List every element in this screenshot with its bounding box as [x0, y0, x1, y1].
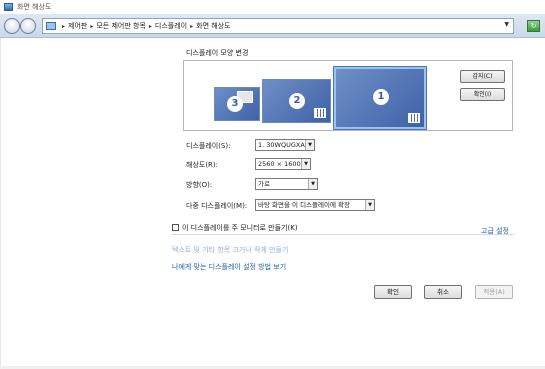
dropdown-arrow-icon[interactable]: ▼ — [301, 159, 310, 169]
monitor-1[interactable]: 1 — [333, 66, 427, 130]
resolution-label: 해상도(R): — [186, 161, 219, 169]
dropdown-arrow-icon[interactable]: ▼ — [305, 140, 314, 150]
ok-button[interactable]: 확인 — [374, 285, 412, 299]
multi-display-label: 다중 디스플레이(M): — [186, 202, 248, 210]
breadcrumb-resolution[interactable]: 화면 해상도 — [196, 21, 230, 31]
identify-button[interactable]: 확인(I) — [460, 88, 505, 101]
apply-button[interactable]: 적용(A) — [475, 285, 513, 299]
breadcrumb-display[interactable]: 디스플레이 — [155, 21, 187, 31]
dropdown-arrow-icon[interactable]: ▼ — [365, 200, 374, 210]
title-bar: 화면 해상도 — [0, 0, 545, 14]
forward-button[interactable] — [20, 18, 36, 34]
breadcrumb-separator[interactable]: ▸ — [90, 23, 93, 30]
divider — [172, 234, 514, 235]
dropdown-arrow-icon[interactable]: ▼ — [504, 21, 509, 28]
address-bar[interactable]: ▸ 제어판 ▸ 모든 제어판 항목 ▸ 디스플레이 ▸ 화면 해상도 ▼ — [42, 18, 514, 34]
multi-display-select[interactable]: 바탕 화면을 이 디스플레이에 확장 ▼ — [255, 199, 375, 211]
window-title: 화면 해상도 — [17, 3, 52, 11]
orientation-label: 방향(O): — [186, 181, 213, 189]
breadcrumb-separator[interactable]: ▸ — [149, 23, 152, 30]
taskbar-icon — [408, 113, 420, 123]
main-display-label[interactable]: 이 디스플레이를 주 모니터로 만들기(K) — [182, 223, 298, 233]
display-settings-icon — [4, 3, 13, 11]
breadcrumb-separator[interactable]: ▸ — [190, 23, 193, 30]
main-display-checkbox[interactable] — [172, 224, 179, 231]
orientation-select[interactable]: 가로 ▼ — [255, 178, 318, 190]
display-value: 1. 30WQUGXA — [258, 141, 305, 149]
monitor-number: 2 — [289, 93, 305, 109]
display-help-link[interactable]: 나에게 맞는 디스플레이 설정 방법 보기 — [172, 262, 286, 272]
cancel-button[interactable]: 취소 — [424, 285, 462, 299]
refresh-button[interactable]: ↻ — [527, 20, 540, 32]
detect-button[interactable]: 감지(C) — [460, 70, 505, 83]
display-select[interactable]: 1. 30WQUGXA ▼ — [255, 139, 315, 151]
left-border — [0, 38, 1, 369]
dropdown-arrow-icon[interactable]: ▼ — [308, 179, 317, 189]
monitor-number: 1 — [373, 89, 389, 105]
text-size-link[interactable]: 텍스트 및 기타 항목 크거나 작게 만들기 — [172, 245, 288, 255]
orientation-value: 가로 — [258, 180, 270, 188]
page-heading: 디스플레이 모양 변경 — [186, 49, 249, 57]
resolution-select[interactable]: 2560 × 1600 ▼ — [255, 158, 311, 170]
breadcrumb-separator[interactable]: ▸ — [62, 23, 65, 30]
back-button[interactable] — [4, 18, 20, 34]
navigation-bar: ▸ 제어판 ▸ 모든 제어판 항목 ▸ 디스플레이 ▸ 화면 해상도 ▼ ↻ — [0, 14, 545, 38]
breadcrumb-control-panel[interactable]: 제어판 — [68, 21, 87, 31]
monitor-icon — [46, 22, 56, 30]
breadcrumb-all-items[interactable]: 모든 제어판 항목 — [96, 21, 146, 31]
multi-display-value: 바탕 화면을 이 디스플레이에 확장 — [258, 201, 350, 209]
taskbar-icon — [314, 108, 326, 118]
monitor-2[interactable]: 2 — [262, 79, 331, 123]
resolution-value: 2560 × 1600 — [258, 160, 301, 168]
display-label: 디스플레이(S): — [186, 142, 231, 150]
monitor-3[interactable]: 3 — [214, 87, 260, 121]
monitor-number: 3 — [227, 96, 243, 112]
